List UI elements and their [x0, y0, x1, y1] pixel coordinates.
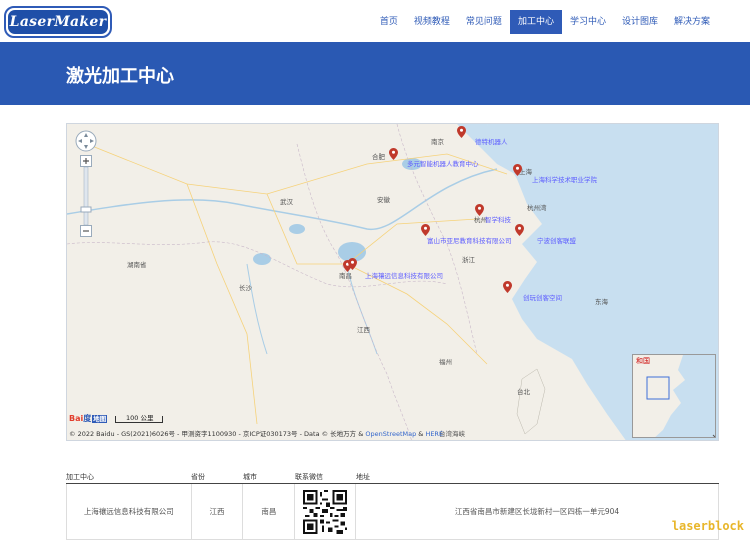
logo[interactable]: LaserMaker: [4, 6, 112, 38]
city-label: 福州: [439, 356, 452, 366]
col-header-province: 省份: [191, 470, 243, 483]
col-header-center: 加工中心: [66, 470, 191, 483]
nav-faq[interactable]: 常见问题: [458, 10, 510, 34]
map-pin[interactable]: [513, 164, 522, 176]
overview-map-label: 和国: [636, 356, 650, 366]
baidu-logo: Bai度地图: [69, 413, 107, 424]
cell-address: 江西省南昌市新建区长垅新村一区四栋一单元904: [356, 484, 718, 539]
pin-label[interactable]: 富山市亚尼教育科技有限公司: [427, 235, 512, 245]
table-row: 上海禳远信息科技有限公司 江西 南昌 江西省南昌市新建区长垅新村一区四栋一单元9…: [66, 484, 719, 540]
city-label: 东海: [595, 296, 608, 306]
col-header-wechat: 联系微信: [295, 470, 356, 483]
map-view[interactable]: 南京 合肥 上海 杭州 武汉 南昌 长沙 福州 台北 台湾海峡 东海 杭州湾 湖…: [66, 123, 719, 441]
zoom-slider[interactable]: [80, 155, 92, 237]
nav-processing-center[interactable]: 加工中心: [510, 10, 562, 34]
center-table: 加工中心 省份 城市 联系微信 地址 上海禳远信息科技有限公司 江西 南昌: [66, 470, 719, 540]
city-label: 台北: [517, 386, 530, 396]
map-pin[interactable]: [503, 281, 512, 293]
pan-control[interactable]: [75, 130, 97, 152]
wechat-qr-code: [303, 490, 347, 534]
map-background: [67, 124, 719, 441]
city-label: 南京: [431, 136, 444, 146]
overview-map-land: [633, 355, 716, 438]
pin-label[interactable]: 德特机器人: [475, 136, 508, 146]
nav-design-gallery[interactable]: 设计图库: [614, 10, 666, 34]
cell-province: 江西: [192, 484, 244, 539]
pin-label[interactable]: 创玩创客空间: [523, 292, 562, 302]
overview-map[interactable]: 和国: [632, 354, 716, 438]
main-nav: 首页 视频教程 常见问题 加工中心 学习中心 设计图库 解决方案: [372, 10, 718, 34]
site-header: LaserMaker 首页 视频教程 常见问题 加工中心 学习中心 设计图库 解…: [0, 0, 750, 42]
nav-home[interactable]: 首页: [372, 10, 406, 34]
map-pin[interactable]: [457, 126, 466, 138]
pin-label[interactable]: 宁波创客联盟: [537, 235, 576, 245]
map-copyright: © 2022 Baidu - GS(2021)6026号 - 甲测资字11009…: [69, 428, 443, 438]
nav-learning-center[interactable]: 学习中心: [562, 10, 614, 34]
col-header-address: 地址: [356, 470, 719, 483]
nav-video-tutorials[interactable]: 视频教程: [406, 10, 458, 34]
osm-link[interactable]: OpenStreetMap: [365, 430, 416, 438]
scale-bar: 100 公里: [115, 416, 163, 423]
pin-label[interactable]: 上海科学技术职业学院: [532, 174, 597, 184]
cell-city: 南昌: [243, 484, 295, 539]
map-pin[interactable]: [515, 224, 524, 236]
here-link[interactable]: HERE: [425, 430, 443, 438]
page-title: 激光加工中心: [66, 62, 174, 88]
map-pin[interactable]: [389, 148, 398, 160]
pin-label[interactable]: 多元智能机器人教育中心: [407, 158, 479, 168]
city-label: 安徽: [377, 194, 390, 204]
table-header: 加工中心 省份 城市 联系微信 地址: [66, 470, 719, 484]
cell-center: 上海禳远信息科技有限公司: [67, 484, 192, 539]
city-label: 武汉: [280, 196, 293, 206]
watermark: laserblock: [672, 519, 744, 533]
logo-text: LaserMaker: [8, 10, 108, 34]
pin-label[interactable]: 上海禳远信息科技有限公司: [365, 270, 443, 280]
map-pin[interactable]: [348, 258, 357, 270]
cell-wechat: [295, 484, 356, 539]
pin-label[interactable]: 智学科技: [485, 214, 511, 224]
nav-solutions[interactable]: 解决方案: [666, 10, 718, 34]
city-label: 合肥: [372, 151, 385, 161]
city-label: 江西: [357, 324, 370, 334]
city-label: 浙江: [462, 254, 475, 264]
city-label: 湖南省: [127, 259, 147, 269]
map-pin[interactable]: [475, 204, 484, 216]
city-label: 杭州湾: [527, 202, 547, 212]
col-header-city: 城市: [243, 470, 295, 483]
city-label: 长沙: [239, 282, 252, 292]
page-banner: 激光加工中心: [0, 42, 750, 105]
